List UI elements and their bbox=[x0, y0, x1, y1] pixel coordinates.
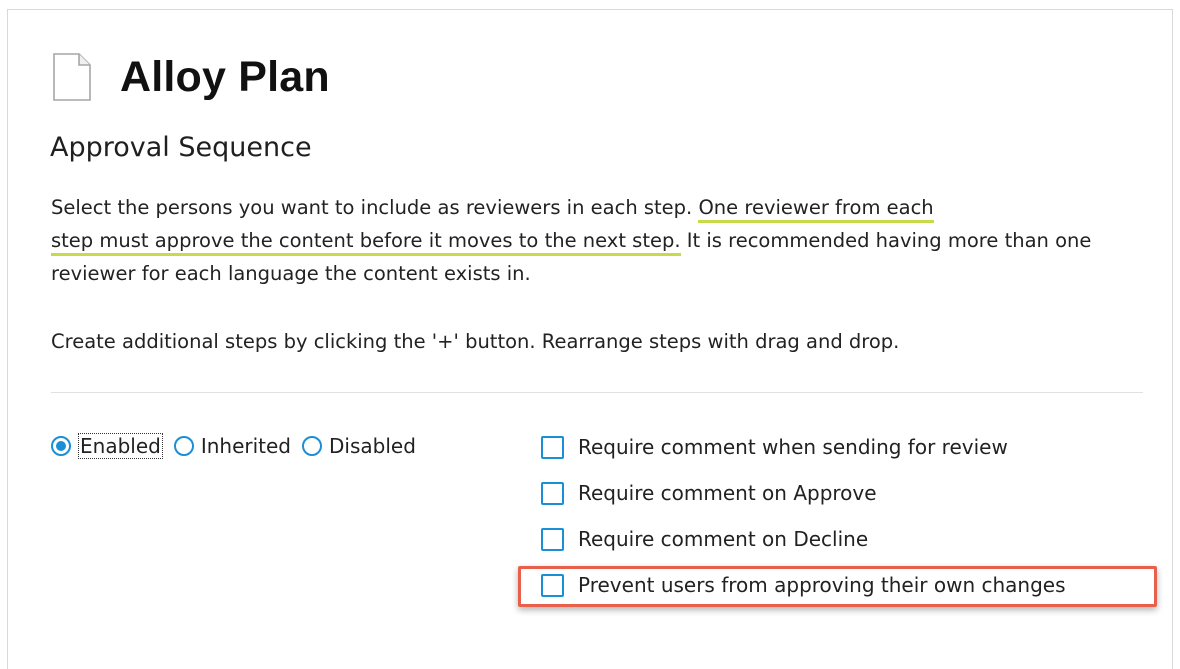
description-highlight-1: One reviewer from each bbox=[698, 196, 934, 223]
description-text: Select the persons you want to include a… bbox=[51, 191, 1151, 290]
radio-enabled[interactable]: Enabled bbox=[51, 433, 174, 459]
radio-inherited-label[interactable]: Inherited bbox=[201, 434, 291, 458]
radio-selected-dot bbox=[56, 441, 66, 451]
radio-inherited[interactable]: Inherited bbox=[173, 434, 302, 458]
checkbox-label[interactable]: Require comment when sending for review bbox=[578, 435, 1008, 459]
description-part1: Select the persons you want to include a… bbox=[51, 196, 699, 219]
status-radio-group: Enabled Inherited Disabled bbox=[51, 433, 427, 459]
callout-highlight-box bbox=[518, 566, 1157, 607]
radio-enabled-circle[interactable] bbox=[51, 436, 71, 456]
checkbox-require-comment-approve[interactable]: Require comment on Approve bbox=[541, 478, 1066, 508]
section-title: Approval Sequence bbox=[50, 132, 312, 163]
radio-enabled-label[interactable]: Enabled bbox=[78, 433, 163, 459]
checkbox-require-comment-decline[interactable]: Require comment on Decline bbox=[541, 524, 1066, 554]
divider bbox=[51, 392, 1143, 393]
radio-inherited-circle[interactable] bbox=[173, 436, 194, 456]
checkbox-box[interactable] bbox=[541, 435, 564, 459]
document-icon bbox=[52, 52, 100, 102]
checkbox-require-comment-review[interactable]: Require comment when sending for review bbox=[541, 432, 1066, 462]
checkbox-box[interactable] bbox=[541, 527, 564, 551]
description-highlight-2: step must approve the content before it … bbox=[51, 229, 681, 256]
radio-disabled-circle[interactable] bbox=[302, 436, 323, 456]
radio-disabled[interactable]: Disabled bbox=[302, 434, 427, 458]
instructions-text: Create additional steps by clicking the … bbox=[51, 330, 900, 353]
page-header: Alloy Plan bbox=[52, 52, 330, 102]
checkbox-label[interactable]: Require comment on Decline bbox=[578, 527, 868, 551]
page-title: Alloy Plan bbox=[120, 52, 330, 101]
radio-disabled-label[interactable]: Disabled bbox=[329, 434, 416, 458]
checkbox-box[interactable] bbox=[541, 481, 564, 505]
checkbox-label[interactable]: Require comment on Approve bbox=[578, 481, 877, 505]
